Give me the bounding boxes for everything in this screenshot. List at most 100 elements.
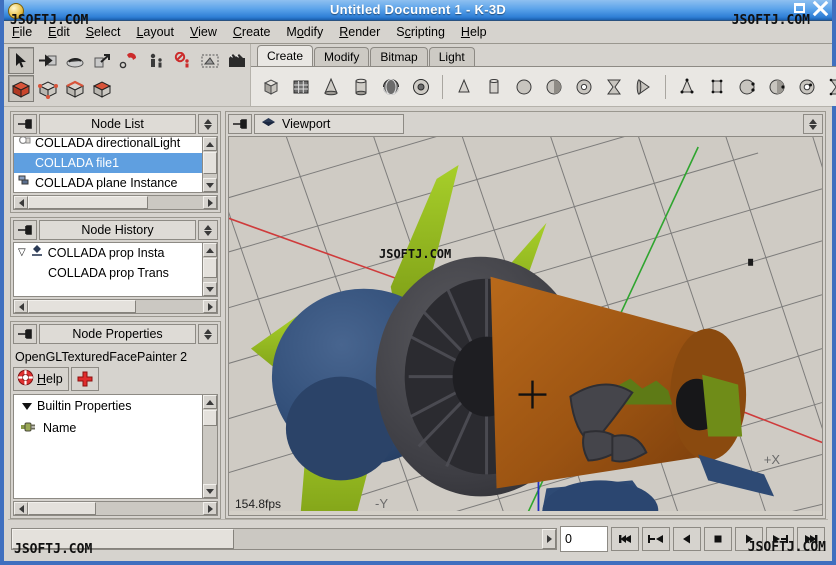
scroll-track[interactable]	[203, 257, 217, 282]
scroll-left-button[interactable]	[14, 300, 28, 313]
render-frame-button[interactable]	[197, 47, 223, 74]
node-history-horizontal-scrollbar[interactable]	[13, 299, 218, 314]
create-poly-torus-button[interactable]	[570, 71, 598, 103]
create-sphere-button[interactable]	[377, 71, 405, 103]
stop-button[interactable]	[704, 526, 732, 551]
menu-item-layout[interactable]: Layout	[136, 25, 174, 39]
select-tool-button[interactable]	[8, 47, 34, 74]
menu-item-modify[interactable]: Modify	[286, 25, 323, 39]
create-nurbs-cylinder-button[interactable]	[703, 71, 731, 103]
maximize-button[interactable]	[792, 1, 809, 16]
node-properties-spinner[interactable]	[198, 324, 218, 344]
play-forward-button[interactable]	[735, 526, 763, 551]
scroll-thumb[interactable]	[203, 152, 217, 174]
create-cone-button[interactable]	[317, 71, 345, 103]
create-poly-sphere-button[interactable]	[510, 71, 538, 103]
list-item[interactable]: COLLADA plane Instance	[14, 173, 202, 192]
create-cylinder-button[interactable]	[347, 71, 375, 103]
scroll-track[interactable]	[136, 300, 203, 313]
properties-section-header[interactable]: Builtin Properties	[14, 395, 202, 417]
timeline-scrollbar[interactable]	[11, 527, 557, 550]
select-points-mode-button[interactable]	[35, 75, 61, 102]
add-property-button[interactable]	[70, 367, 99, 391]
node-list-vertical-scrollbar[interactable]	[203, 136, 218, 193]
pin-icon[interactable]	[13, 324, 37, 344]
scroll-right-button[interactable]	[203, 196, 217, 209]
menu-item-render[interactable]: Render	[339, 25, 380, 39]
node-history-spinner[interactable]	[198, 220, 218, 240]
scroll-up-button[interactable]	[203, 243, 217, 257]
viewport-canvas[interactable]: 154.8fps +X -Y JSOFTJ.COM	[228, 136, 823, 516]
list-item[interactable]: COLLADA directionalLight	[14, 137, 202, 153]
create-torus-button[interactable]	[407, 71, 435, 103]
create-paraboloid-button[interactable]	[630, 71, 658, 103]
tab-bitmap[interactable]: Bitmap	[370, 47, 428, 66]
move-tool-button[interactable]	[35, 47, 61, 74]
scroll-track[interactable]	[203, 151, 217, 178]
property-row[interactable]: Name	[14, 417, 202, 439]
scroll-track[interactable]	[203, 409, 217, 484]
node-list-items[interactable]: COLLADA directionalLight COLLADA file1 C…	[13, 136, 203, 193]
timeline-thumb[interactable]	[12, 528, 234, 549]
create-nurbs-hyperboloid-button[interactable]	[823, 71, 836, 103]
expander-icon[interactable]: ▽	[18, 243, 26, 263]
menu-item-edit[interactable]: Edit	[48, 25, 70, 39]
scroll-left-button[interactable]	[14, 196, 28, 209]
tab-light[interactable]: Light	[428, 47, 475, 66]
node-list-horizontal-scrollbar[interactable]	[13, 195, 218, 210]
tab-modify[interactable]: Modify	[314, 47, 370, 66]
scroll-thumb[interactable]	[28, 502, 96, 515]
close-button[interactable]	[812, 0, 829, 17]
step-back-button[interactable]	[642, 526, 670, 551]
properties-vertical-scrollbar[interactable]	[203, 394, 218, 499]
create-nurbs-torus-button[interactable]	[793, 71, 821, 103]
node-list-spinner[interactable]	[198, 114, 218, 134]
create-poly-cylinder-button[interactable]	[480, 71, 508, 103]
list-item[interactable]: COLLADA file1	[14, 153, 202, 173]
create-nurbs-sphere-button[interactable]	[763, 71, 791, 103]
scroll-down-button[interactable]	[203, 484, 217, 498]
pin-icon[interactable]	[13, 220, 37, 240]
snap-tool-button[interactable]	[116, 47, 142, 74]
node-history-vertical-scrollbar[interactable]	[203, 242, 218, 297]
scroll-thumb[interactable]	[203, 258, 217, 278]
create-nurbs-cone-button[interactable]	[673, 71, 701, 103]
create-nurbs-disk-button[interactable]	[733, 71, 761, 103]
scroll-right-button[interactable]	[203, 300, 217, 313]
render-animation-button[interactable]	[224, 47, 250, 74]
menu-item-select[interactable]: Select	[86, 25, 121, 39]
rotate-tool-button[interactable]	[62, 47, 88, 74]
pin-icon[interactable]	[228, 114, 252, 134]
tree-item[interactable]: COLLADA prop Trans	[14, 263, 202, 283]
scroll-up-button[interactable]	[203, 137, 217, 151]
select-lines-mode-button[interactable]	[62, 75, 88, 102]
play-reverse-button[interactable]	[673, 526, 701, 551]
select-faces-mode-button[interactable]	[89, 75, 115, 102]
rewind-to-start-button[interactable]	[611, 526, 639, 551]
create-cube-button[interactable]	[257, 71, 285, 103]
tab-create[interactable]: Create	[257, 45, 314, 66]
tree-item[interactable]: ▽ COLLADA prop Insta	[14, 243, 202, 263]
scroll-thumb[interactable]	[28, 196, 148, 209]
create-grid-button[interactable]	[287, 71, 315, 103]
expander-down-icon[interactable]	[22, 402, 32, 410]
viewport-3d-scene[interactable]	[229, 137, 822, 512]
menu-item-create[interactable]: Create	[233, 25, 271, 39]
parent-tool-button[interactable]	[143, 47, 169, 74]
scroll-track[interactable]	[148, 196, 203, 209]
help-button[interactable]: Help	[13, 367, 69, 391]
create-poly-cone-button[interactable]	[450, 71, 478, 103]
unparent-tool-button[interactable]	[170, 47, 196, 74]
scale-tool-button[interactable]	[89, 47, 115, 74]
create-poly-disk-button[interactable]	[540, 71, 568, 103]
node-history-items[interactable]: ▽ COLLADA prop Insta COLLADA prop Trans	[13, 242, 203, 297]
viewport-spinner[interactable]	[803, 114, 823, 134]
scroll-down-button[interactable]	[203, 178, 217, 192]
properties-list[interactable]: Builtin Properties Name	[13, 394, 203, 499]
viewport-title-control[interactable]: Viewport	[254, 114, 404, 134]
menu-item-scripting[interactable]: Scripting	[396, 25, 445, 39]
scroll-right-button[interactable]	[203, 502, 217, 515]
scroll-thumb[interactable]	[28, 300, 136, 313]
properties-horizontal-scrollbar[interactable]	[13, 501, 218, 516]
select-nodes-mode-button[interactable]	[8, 75, 34, 102]
